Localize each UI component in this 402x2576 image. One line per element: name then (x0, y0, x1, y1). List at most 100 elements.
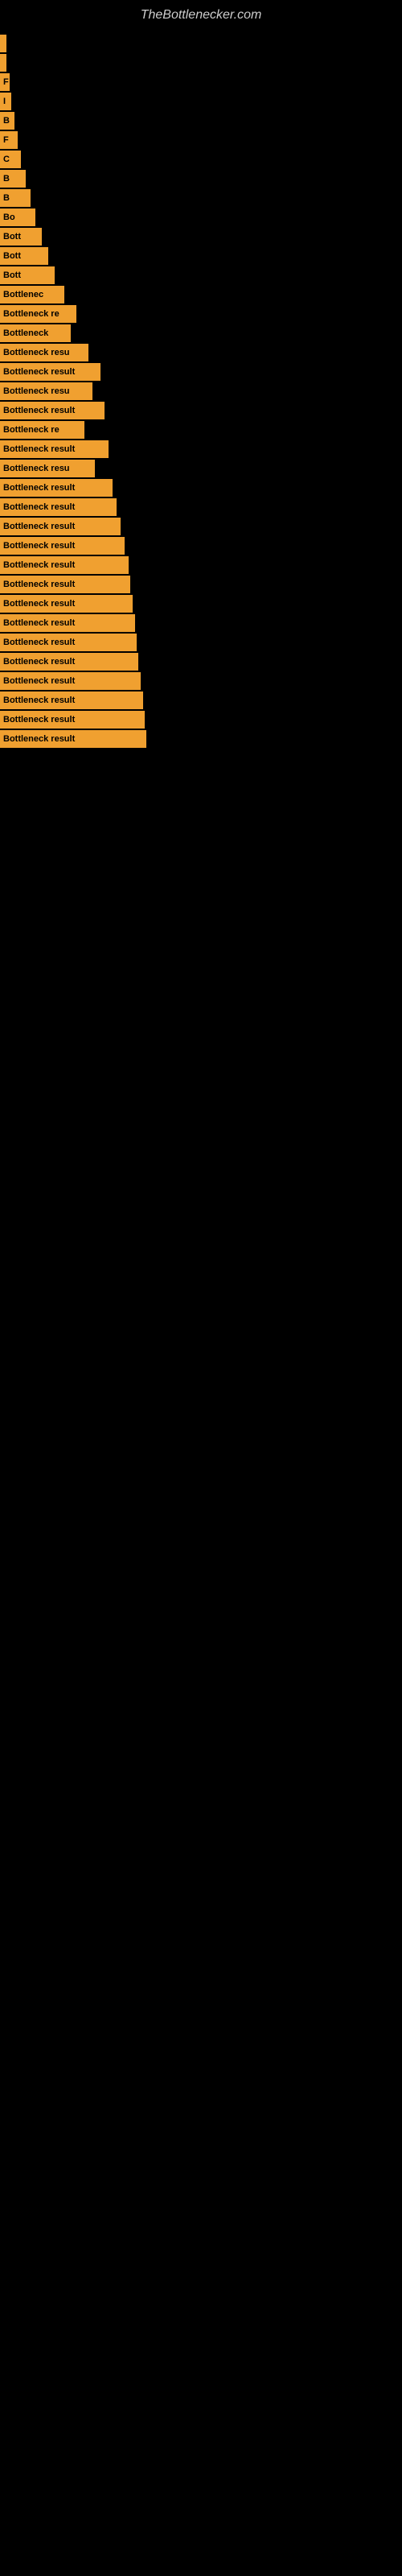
bar-label-text: B (3, 193, 10, 203)
bar-label-text: Bottleneck result (3, 522, 75, 531)
bar-label-text: Bottleneck result (3, 367, 75, 377)
bar-fill: B (0, 170, 26, 188)
bar-label-text: I (3, 97, 6, 106)
bar-row: Bottleneck result (0, 672, 402, 690)
bar-row: Bottleneck result (0, 498, 402, 516)
bar-label-text: Bottleneck result (3, 483, 75, 493)
bar-row: I (0, 93, 402, 110)
bar-fill: Bottleneck result (0, 556, 129, 574)
bar-fill: Bottleneck resu (0, 344, 88, 361)
bar-row: Bottlenec (0, 286, 402, 303)
bar-fill: Bottleneck result (0, 576, 130, 593)
bar-row: Bottleneck result (0, 730, 402, 748)
bar-label-text: Bottleneck resu (3, 464, 70, 473)
bar-row: Bott (0, 266, 402, 284)
bar-fill: F (0, 131, 18, 149)
bar-label-text: Bottleneck result (3, 502, 75, 512)
bar-fill: Bottleneck result (0, 402, 105, 419)
bar-fill: B (0, 189, 31, 207)
bar-fill: Bottleneck re (0, 421, 84, 439)
bar-fill: Bottleneck result (0, 634, 137, 651)
bar-fill (0, 54, 6, 72)
bar-label-text: Bottleneck result (3, 638, 75, 647)
bar-row: Bottleneck resu (0, 460, 402, 477)
bar-label-text: Bottleneck result (3, 618, 75, 628)
bar-label-text: Bottleneck result (3, 734, 75, 744)
bar-fill: Bottleneck resu (0, 382, 92, 400)
bar-fill: Bottleneck result (0, 672, 141, 690)
bar-label-text: Bottleneck re (3, 309, 59, 319)
bar-label-text: F (3, 135, 9, 145)
bar-row (0, 35, 402, 52)
bar-fill: Bottleneck result (0, 498, 117, 516)
bar-fill: I (0, 93, 11, 110)
bar-fill: Bottlenec (0, 286, 64, 303)
bar-row: Bottleneck resu (0, 344, 402, 361)
bar-row: Bo (0, 208, 402, 226)
bar-row: Bottleneck result (0, 556, 402, 574)
bar-label-text: Bo (3, 213, 15, 222)
bar-fill: Bottleneck result (0, 730, 146, 748)
bar-label-text: Bottleneck result (3, 444, 75, 454)
bar-row: Bottleneck resu (0, 382, 402, 400)
bar-row: Bottleneck result (0, 634, 402, 651)
bar-label-text: B (3, 174, 10, 184)
bar-fill: Bottleneck result (0, 518, 121, 535)
bar-label-text: B (3, 116, 10, 126)
bar-row: Bottleneck result (0, 537, 402, 555)
bar-fill: Bottleneck result (0, 711, 145, 729)
bar-fill: Bottleneck result (0, 479, 113, 497)
bar-label-text: Bottlenec (3, 290, 43, 299)
bar-fill: Bottleneck result (0, 595, 133, 613)
bar-label-text: F (3, 77, 9, 87)
bars-container: FIBFCBBBoBottBottBottBottlenecBottleneck… (0, 27, 402, 758)
bar-fill: Bottleneck result (0, 537, 125, 555)
bar-fill: Bottleneck (0, 324, 71, 342)
bar-label-text: Bottleneck result (3, 599, 75, 609)
bar-fill: Bottleneck result (0, 691, 143, 709)
bar-row: Bottleneck result (0, 691, 402, 709)
bar-row: Bottleneck result (0, 653, 402, 671)
bar-row: Bottleneck re (0, 421, 402, 439)
bar-fill: Bott (0, 247, 48, 265)
bar-fill: F (0, 73, 10, 91)
bar-fill: Bottleneck result (0, 363, 100, 381)
bar-row: B (0, 170, 402, 188)
bar-label-text: Bott (3, 270, 21, 280)
bar-row: Bottleneck result (0, 479, 402, 497)
bar-label-text: Bott (3, 251, 21, 261)
bar-fill: Bott (0, 266, 55, 284)
bar-row: Bott (0, 228, 402, 246)
bar-row: Bottleneck result (0, 363, 402, 381)
bar-row: Bottleneck result (0, 518, 402, 535)
bar-row: Bottleneck result (0, 576, 402, 593)
bar-label-text: Bottleneck result (3, 676, 75, 686)
bar-fill: Bottleneck re (0, 305, 76, 323)
bar-fill: Bottleneck result (0, 440, 109, 458)
bar-fill (0, 35, 6, 52)
bar-label-text: Bottleneck result (3, 560, 75, 570)
bar-label-text: Bottleneck result (3, 657, 75, 667)
bar-row: Bottleneck result (0, 614, 402, 632)
bar-label-text: Bottleneck resu (3, 386, 70, 396)
bar-row: Bott (0, 247, 402, 265)
bar-label-text: Bottleneck (3, 328, 48, 338)
bar-row: Bottleneck (0, 324, 402, 342)
bar-fill: Bottleneck resu (0, 460, 95, 477)
bar-label-text: Bott (3, 232, 21, 242)
bar-fill: Bottleneck result (0, 614, 135, 632)
bar-row: Bottleneck result (0, 711, 402, 729)
bar-label-text: Bottleneck re (3, 425, 59, 435)
bar-row: Bottleneck re (0, 305, 402, 323)
bar-row: Bottleneck result (0, 595, 402, 613)
bar-fill: Bott (0, 228, 42, 246)
bar-row: B (0, 189, 402, 207)
site-title: TheBottlenecker.com (0, 0, 402, 27)
bar-label-text: Bottleneck result (3, 541, 75, 551)
bar-label-text: Bottleneck result (3, 696, 75, 705)
bar-label-text: Bottleneck result (3, 715, 75, 724)
bar-fill: Bo (0, 208, 35, 226)
bar-row: F (0, 131, 402, 149)
bar-label-text: Bottleneck result (3, 406, 75, 415)
bar-row: Bottleneck result (0, 440, 402, 458)
